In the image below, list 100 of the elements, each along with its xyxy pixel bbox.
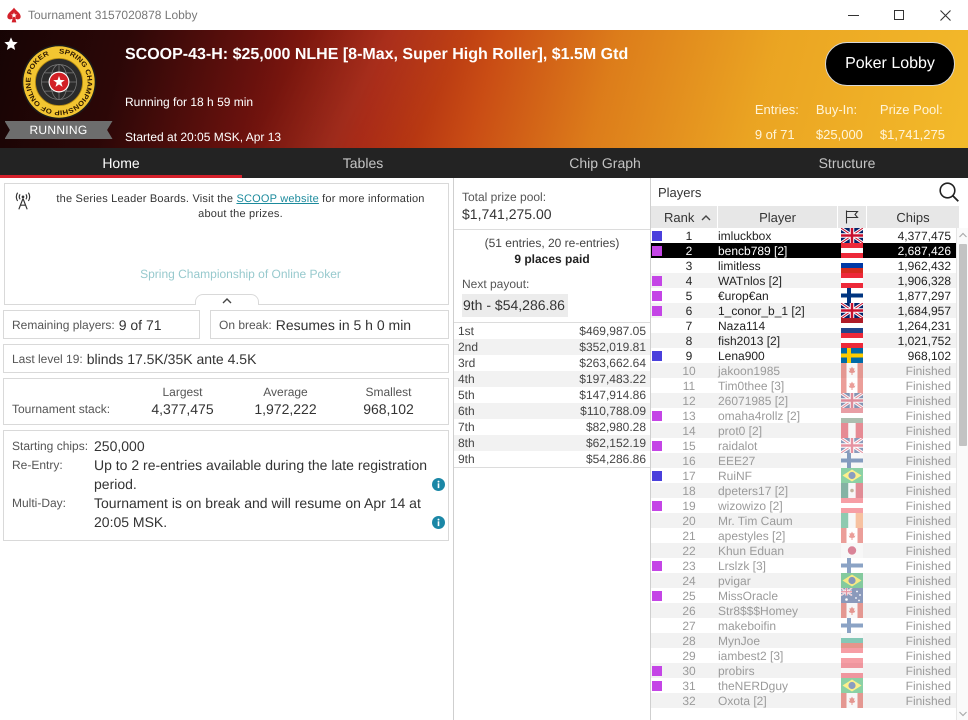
chip-count: 1,684,957: [898, 304, 952, 318]
player-row[interactable]: 10 jakoon1985 Finished: [651, 363, 956, 378]
rank-text: 1: [686, 228, 692, 242]
scroll-down-icon[interactable]: [958, 711, 966, 717]
level-label: Last level 19:: [12, 352, 83, 366]
start-time: Started at 20:05 MSK, Apr 13: [125, 130, 282, 144]
chip-count: Finished: [906, 634, 952, 648]
chip-count: Finished: [906, 484, 952, 498]
stack-heading: Largest: [162, 384, 203, 400]
payout-amount: $147,914.86: [579, 388, 646, 402]
rank-text: 20: [682, 514, 696, 528]
chip-count: Finished: [906, 558, 952, 572]
chip-count: Finished: [906, 514, 952, 528]
payout-amount: $82,980.28: [586, 420, 646, 434]
player-row[interactable]: 26 Str8$$$Homey Finished: [651, 603, 956, 618]
column-header[interactable]: Player: [718, 206, 837, 228]
chip-count: Finished: [906, 664, 952, 678]
rank-text: 32: [682, 694, 696, 708]
player-row[interactable]: 16 EEE27 Finished: [651, 453, 956, 468]
chip-count: Finished: [906, 694, 952, 708]
scrollbar-thumb[interactable]: [958, 244, 966, 446]
tab[interactable]: Home: [0, 148, 242, 178]
prize-pool-value: $1,741,275.00: [462, 205, 552, 223]
scroll-up-icon[interactable]: [958, 232, 966, 238]
chip-count: Finished: [906, 364, 952, 378]
player-name: WATnlos [2]: [717, 274, 782, 288]
column-header[interactable]: [838, 206, 866, 228]
rank-text: 11: [682, 378, 696, 392]
player-name: prot0 [2]: [717, 424, 762, 438]
info-icon[interactable]: [432, 478, 445, 491]
detail-label: Starting chips:: [12, 438, 88, 455]
stat-value: $1,741,275: [880, 127, 945, 143]
running-time: Running for 18 h 59 min: [125, 95, 254, 109]
player-name: bencb789 [2]: [717, 244, 788, 258]
chip-count: Finished: [906, 574, 952, 588]
player-row[interactable]: 32 Oxota [2] Finished: [651, 693, 956, 708]
search-icon[interactable]: [939, 182, 959, 202]
player-name: Tim0thee [3]: [717, 378, 784, 392]
rank-text: 7: [686, 318, 692, 332]
chip-count: Finished: [906, 394, 952, 408]
rank-text: 27: [682, 618, 696, 632]
chip-count: Finished: [906, 438, 952, 452]
player-name: fish2013 [2]: [717, 334, 780, 348]
chevron-up-icon: [222, 296, 232, 304]
next-payout-label: Next payout:: [462, 276, 530, 292]
player-row[interactable]: 30 probirs Finished: [651, 663, 956, 678]
column-header[interactable]: Rank: [651, 206, 717, 228]
player-row[interactable]: 18 dpeters17 [2] Finished: [651, 483, 956, 498]
detail-label: Multi-Day:: [12, 495, 66, 512]
chip-count: 1,021,752: [898, 334, 952, 348]
website-link[interactable]: SCOOP website: [236, 193, 319, 205]
place-text: 5th: [458, 388, 475, 402]
rank-text: 19: [682, 498, 696, 512]
player-row[interactable]: 8 fish2013 [2] 1,021,752: [651, 333, 956, 348]
player-name: Lrslzk [3]: [717, 558, 766, 572]
rank-text: 6: [686, 304, 692, 318]
place-text: 8th: [458, 436, 475, 450]
status-tag: RUNNING: [4, 121, 112, 139]
player-row[interactable]: 2 bencb789 [2] 2,687,426: [651, 243, 956, 258]
next-payout-value: 9th - $54,286.86: [462, 294, 568, 317]
rank-text: 17: [682, 468, 696, 482]
scrollbar[interactable]: [956, 228, 968, 720]
remaining-value: 9 of 71: [118, 316, 162, 332]
star-icon[interactable]: [3, 36, 19, 52]
rank-text: 18: [682, 484, 696, 498]
player-name: MynJoe: [717, 634, 760, 648]
players-title: Players: [658, 184, 702, 200]
column-header[interactable]: Chips: [867, 206, 959, 228]
rank-text: 9: [686, 348, 692, 362]
rank-text: 21: [682, 528, 696, 542]
player-row[interactable]: 14 prot0 [2] Finished: [651, 423, 956, 438]
chip-count: 1,264,231: [898, 318, 952, 332]
player-row[interactable]: 20 Mr. Tim Caum Finished: [651, 513, 956, 528]
place-text: 7th: [458, 420, 475, 434]
player-row[interactable]: 22 Khun Eduan Finished: [651, 543, 956, 558]
tab[interactable]: Chip Graph: [484, 148, 726, 178]
place-text: 2nd: [458, 340, 478, 354]
places-paid: 9 places paid: [514, 251, 590, 267]
minimize-icon: [848, 14, 858, 16]
stack-heading: Average: [263, 384, 308, 400]
rank-text: 12: [682, 394, 696, 408]
player-row[interactable]: 4 WATnlos [2] 1,906,328: [651, 273, 956, 288]
tab[interactable]: Structure: [726, 148, 968, 178]
player-name: iambest2 [3]: [717, 648, 784, 662]
player-row[interactable]: 12 26071985 [2] Finished: [651, 393, 956, 408]
collapse-button[interactable]: [194, 294, 258, 305]
break-value: Resumes in 5 h 0 min: [276, 316, 412, 332]
rank-text: 5: [686, 288, 692, 302]
tournament-title: SCOOP-43-H: $25,000 NLHE [8-Max, Super High Roller], $1.5M Gtd: [125, 45, 628, 65]
payout-amount: $62,152.19: [586, 436, 646, 450]
stat-value: 9 of 71: [754, 127, 795, 143]
player-row[interactable]: 24 pvigar Finished: [651, 573, 956, 588]
player-row[interactable]: 28 MynJoe Finished: [651, 633, 956, 648]
info-icon[interactable]: [432, 516, 445, 529]
chip-count: Finished: [906, 454, 952, 468]
poker-lobby-button[interactable]: Poker Lobby: [825, 42, 955, 86]
player-name: limitless: [717, 258, 761, 272]
player-name: Oxota [2]: [717, 694, 767, 708]
player-row[interactable]: 6 1_conor_b_1 [2] 1,684,957: [651, 303, 956, 318]
tab[interactable]: Tables: [242, 148, 484, 178]
